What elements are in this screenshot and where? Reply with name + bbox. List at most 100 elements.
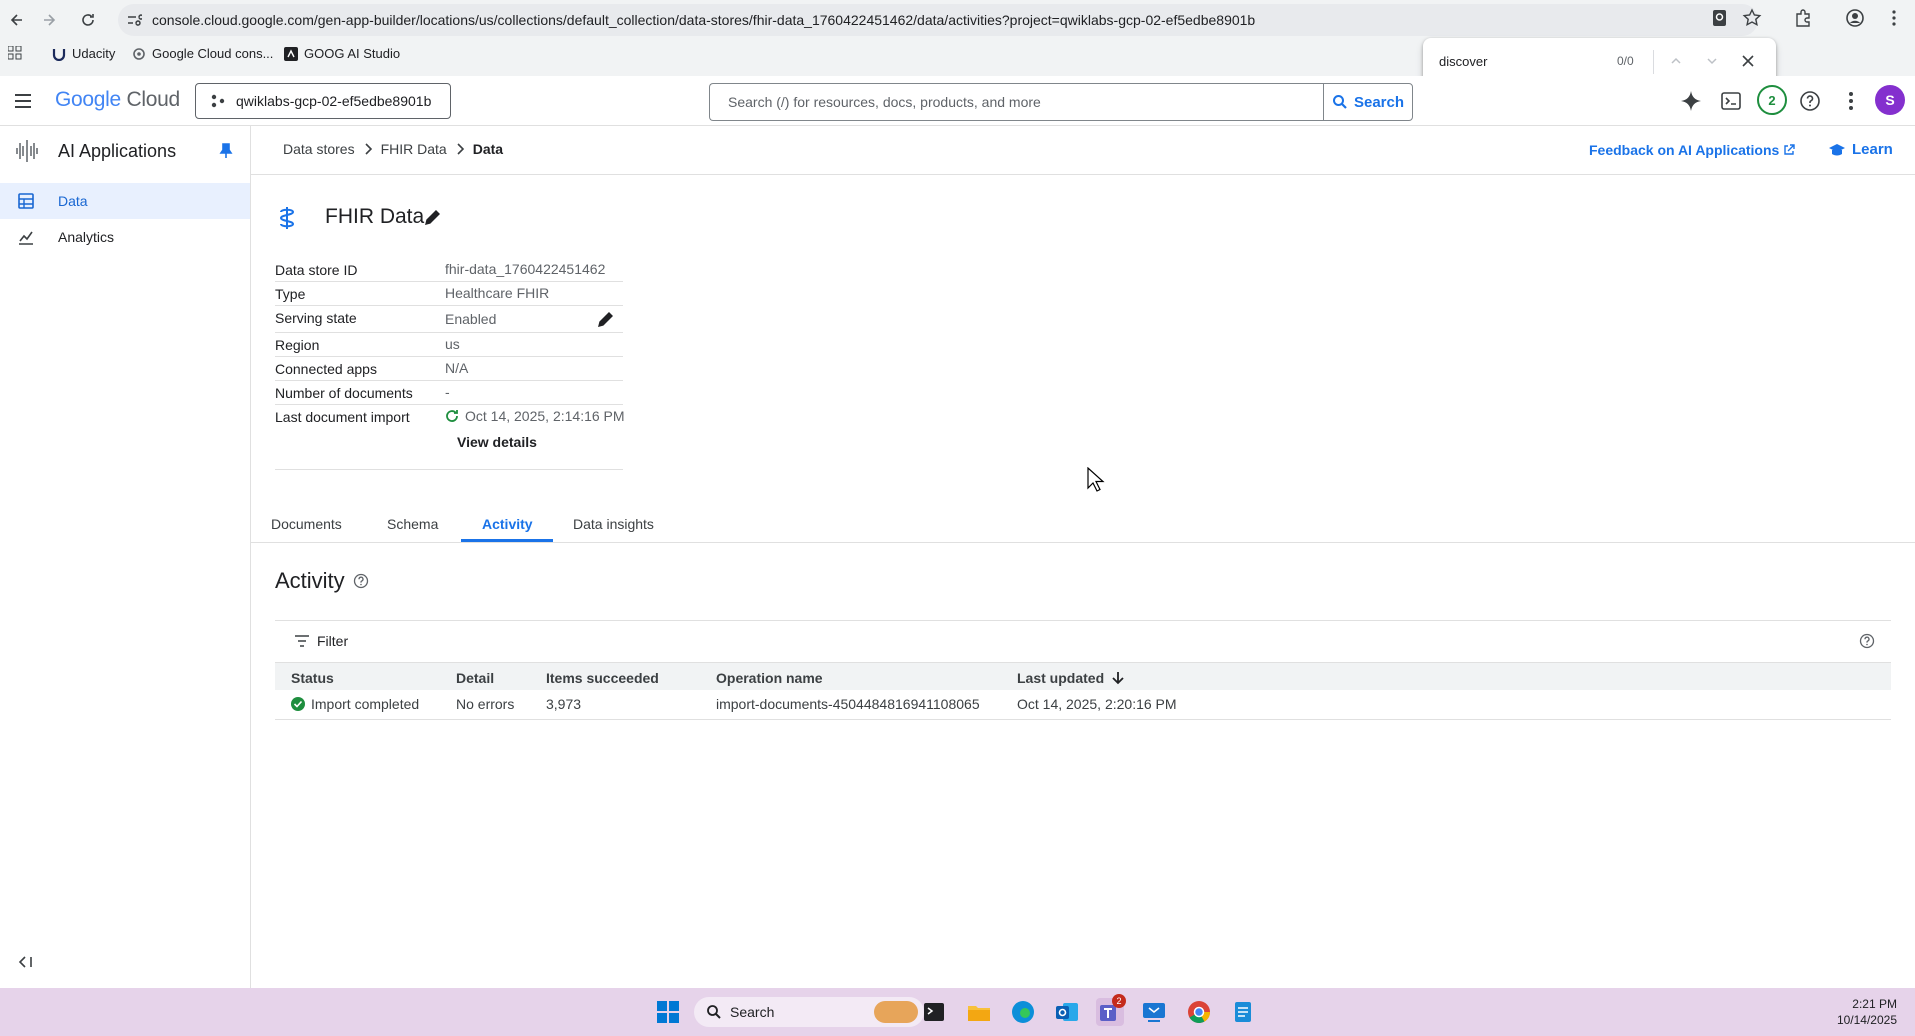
extensions-icon[interactable] — [1793, 8, 1813, 28]
tab-data-insights[interactable]: Data insights — [573, 516, 654, 532]
chevron-right-icon — [363, 143, 373, 155]
filter-icon — [295, 635, 309, 647]
datastore-details: Data store ID fhir-data_1760422451462 Ty… — [275, 258, 625, 470]
account-avatar[interactable]: S — [1875, 85, 1905, 115]
teams-badge: 2 — [1112, 994, 1126, 1008]
tab-schema[interactable]: Schema — [387, 516, 438, 532]
table-header: Status Detail Items succeeded Operation … — [275, 662, 1891, 690]
column-operation-name[interactable]: Operation name — [716, 670, 823, 686]
table-row[interactable]: Import completed No errors 3,973 import-… — [275, 690, 1891, 720]
ai-studio-icon — [284, 46, 298, 61]
sidebar-title: AI Applications — [58, 141, 177, 161]
column-help-icon[interactable] — [1859, 633, 1875, 649]
find-divider — [1653, 50, 1654, 74]
external-link-icon — [1784, 144, 1796, 155]
bookmark-star-icon[interactable] — [1742, 8, 1762, 28]
breadcrumb-data-stores[interactable]: Data stores — [283, 141, 355, 157]
column-detail[interactable]: Detail — [456, 670, 494, 686]
system-clock[interactable]: 2:21 PM 10/14/2025 — [1837, 996, 1897, 1028]
detail-row: Type Healthcare FHIR — [275, 282, 623, 306]
view-details-button[interactable]: View details — [457, 434, 537, 450]
project-icon — [211, 94, 225, 108]
sync-success-icon — [446, 410, 458, 422]
collapse-sidebar-icon[interactable] — [18, 956, 34, 968]
gemini-sparkle-icon[interactable] — [1679, 89, 1703, 113]
outlook-icon[interactable] — [1053, 998, 1081, 1026]
windows-start-icon[interactable] — [654, 998, 682, 1026]
notepad-icon[interactable] — [1229, 998, 1257, 1026]
sidebar-item-analytics[interactable]: Analytics — [0, 219, 250, 255]
terminal-app-icon[interactable] — [920, 998, 948, 1026]
page-title: FHIR Data — [325, 205, 425, 228]
find-next-icon[interactable] — [1705, 54, 1719, 68]
forward-icon[interactable] — [38, 9, 60, 31]
data-grid-icon — [18, 193, 34, 209]
main-menu-icon[interactable] — [12, 90, 34, 112]
site-info-icon[interactable] — [126, 12, 142, 28]
bookmark-udacity[interactable]: Udacity — [52, 46, 115, 61]
google-cloud-logo[interactable]: Google Cloud — [55, 88, 180, 112]
column-status[interactable]: Status — [291, 670, 334, 686]
tab-activity[interactable]: Activity — [482, 516, 533, 532]
reload-icon[interactable] — [77, 9, 99, 31]
edit-serving-state-icon[interactable] — [597, 310, 615, 328]
learn-button[interactable]: Learn — [1828, 141, 1893, 158]
find-count: 0/0 — [1617, 54, 1634, 68]
file-explorer-icon[interactable] — [965, 998, 993, 1026]
sidebar-item-data[interactable]: Data — [0, 183, 250, 219]
search-highlight-icon — [874, 1001, 918, 1023]
detail-row: Last document import Oct 14, 2025, 2:14:… — [275, 405, 625, 470]
help-icon[interactable] — [1798, 89, 1822, 113]
filter-button[interactable]: Filter — [295, 633, 348, 649]
gcp-icon — [133, 47, 145, 60]
tab-documents[interactable]: Documents — [271, 516, 342, 532]
column-items-succeeded[interactable]: Items succeeded — [546, 670, 659, 686]
sidebar: AI Applications Data Analytics — [0, 126, 251, 988]
back-icon[interactable] — [6, 9, 28, 31]
find-query[interactable]: discover — [1439, 54, 1487, 69]
help-outline-icon[interactable] — [353, 573, 369, 589]
notifications-badge[interactable]: 2 — [1757, 85, 1787, 115]
apps-grid-icon[interactable] — [8, 46, 22, 60]
breadcrumb-current: Data — [472, 141, 504, 157]
operation-name-text: import-documents-4504484816941108065 — [716, 696, 980, 712]
detail-row: Connected apps N/A — [275, 357, 623, 381]
detail-row: Data store ID fhir-data_1760422451462 — [275, 258, 623, 282]
bookmark-ai-studio[interactable]: GOOG AI Studio — [284, 46, 400, 61]
project-picker-button[interactable]: qwiklabs-gcp-02-ef5edbe8901b — [195, 83, 451, 119]
pin-icon[interactable] — [219, 143, 233, 159]
detail-text: No errors — [456, 696, 515, 712]
profile-icon[interactable] — [1845, 8, 1865, 28]
breadcrumb-bar: Data stores FHIR Data Data Feedback on A… — [251, 126, 1915, 175]
taskbar-search[interactable]: Search — [694, 997, 924, 1027]
search-icon — [707, 1005, 721, 1019]
feedback-link[interactable]: Feedback on AI Applications — [1589, 142, 1796, 158]
chrome-icon[interactable] — [1185, 998, 1213, 1026]
more-options-icon[interactable] — [1839, 89, 1863, 113]
column-last-updated[interactable]: Last updated — [1017, 670, 1124, 686]
items-succeeded-text: 3,973 — [546, 696, 582, 712]
page-search-icon[interactable] — [1710, 8, 1730, 28]
remote-desktop-icon[interactable] — [1140, 998, 1168, 1026]
address-bar[interactable]: console.cloud.google.com/gen-app-builder… — [118, 4, 1758, 36]
bookmark-google-cloud[interactable]: Google Cloud cons... — [132, 46, 273, 61]
find-prev-icon[interactable] — [1669, 54, 1683, 68]
filter-bar: Filter — [275, 620, 1891, 662]
taskbar: Search 2 2:21 PM 10/14/2025 — [0, 988, 1915, 1036]
cloud-shell-icon[interactable] — [1719, 89, 1743, 113]
detail-row: Number of documents - — [275, 381, 623, 405]
search-input[interactable]: Search (/) for resources, docs, products… — [709, 83, 1324, 121]
edge-browser-icon[interactable] — [1009, 998, 1037, 1026]
chevron-right-icon — [455, 143, 465, 155]
ai-applications-icon — [14, 138, 40, 164]
search-button[interactable]: Search — [1323, 83, 1413, 121]
tab-bar: Documents Schema Activity Data insights — [251, 510, 1915, 543]
healthcare-fhir-icon — [278, 206, 296, 230]
active-tab-indicator — [461, 539, 553, 542]
school-icon — [1829, 143, 1845, 155]
edit-name-icon[interactable] — [424, 208, 442, 226]
browser-menu-icon[interactable] — [1884, 8, 1904, 28]
breadcrumb-fhir-data[interactable]: FHIR Data — [381, 141, 447, 157]
find-close-icon[interactable] — [1741, 54, 1755, 68]
search-icon — [1332, 95, 1347, 109]
